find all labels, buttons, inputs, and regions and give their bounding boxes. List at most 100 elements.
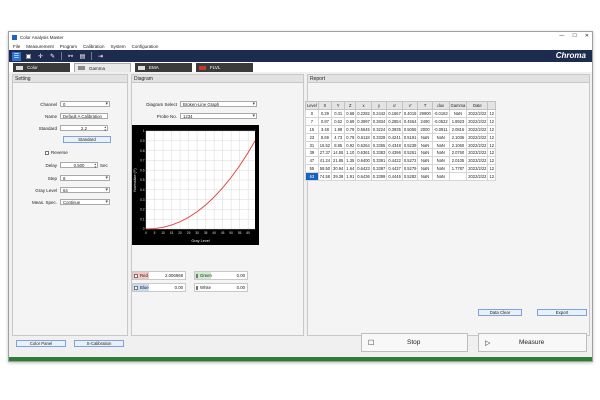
table-cell: 16.52	[317, 140, 333, 150]
tab-label: Gamma	[89, 65, 106, 71]
column-header[interactable]: Gamma	[448, 101, 468, 110]
table-row[interactable]: 23 8.69 4.73 0.79 0.6118 0.3329 0.4241 0.5191 Na…	[305, 132, 496, 142]
green-label[interactable]: Green	[195, 272, 212, 279]
column-header[interactable]: Level	[305, 101, 319, 110]
table-cell: 2490	[417, 116, 433, 126]
column-header[interactable]: Date	[466, 101, 489, 110]
table-cell: 0.2854	[386, 116, 403, 126]
color-panel-button[interactable]: Color Panel	[16, 340, 66, 347]
menu-calibration[interactable]: Calibration	[83, 44, 105, 49]
column-header[interactable]: v'	[401, 101, 419, 110]
close-button[interactable]: ✕	[585, 33, 589, 39]
diagram-header: Diagram	[132, 75, 303, 83]
tab-gamma[interactable]: Gamma	[74, 63, 131, 72]
table-cell: 0.92	[344, 140, 357, 150]
report-header-row: Level X Y Zx y u' v' Tduv Gamma Date	[305, 101, 496, 110]
delay-stepper[interactable]: 0.500 ▴ ▾	[60, 162, 98, 168]
data-clear-button[interactable]: Data Clear	[478, 309, 522, 316]
tab-ema[interactable]: EMA	[135, 63, 192, 72]
table-row[interactable]: 39 27.37 14.55 1.10 0.6361 0.3383 0.4396 0.5261…	[305, 148, 496, 158]
table-cell: 0.4445	[386, 172, 403, 182]
column-header[interactable]: T	[417, 101, 433, 110]
table-cell: 0.5272	[401, 156, 419, 166]
column-header[interactable]: Y	[331, 101, 346, 110]
x-tick-label: 30	[195, 231, 199, 235]
menu-program[interactable]: Program	[60, 44, 77, 49]
table-row[interactable]: 7 0.87 0.62 0.69 0.3997 0.2834 0.2854 0.4554 249…	[305, 116, 496, 126]
column-header[interactable]: duv	[431, 101, 450, 110]
column-header[interactable]: u'	[386, 101, 403, 110]
table-cell: 0.6400	[355, 156, 372, 166]
tab-flvl[interactable]: FLVL	[196, 63, 253, 72]
red-label[interactable]: Red	[133, 272, 149, 279]
table-cell: 27.37	[317, 148, 333, 158]
table-cell: 12	[487, 116, 496, 126]
red-checkbox[interactable]	[134, 273, 138, 278]
probe-row: Probe No. 1234	[132, 113, 257, 119]
channel-select[interactable]: 0	[60, 101, 110, 107]
report-header: Report	[308, 75, 589, 83]
table-cell: 2.1036	[448, 132, 468, 142]
pen-icon[interactable]: ✎	[48, 52, 57, 61]
minimize-button[interactable]: —	[559, 33, 564, 39]
table-cell: 0.5279	[401, 164, 419, 174]
table-cell: 2.0760	[448, 148, 468, 158]
table-row[interactable]: 47 41.24 21.85 1.35 0.6400 0.3391 0.4422 0.5272…	[305, 156, 496, 166]
table-row[interactable]: 15 3.48 1.99 0.79 0.5645 0.3224 0.3935 0.5055 20…	[305, 124, 496, 134]
crosshair-icon[interactable]: ✛	[36, 52, 45, 61]
color-tab-icon	[16, 65, 23, 70]
column-header[interactable]: X	[317, 101, 333, 110]
reverse-checkbox[interactable]	[45, 150, 49, 155]
table-row[interactable]: 55 58.50 30.94 1.64 0.6423 0.3397 0.4437 0.5279…	[305, 164, 496, 174]
menu-measurement[interactable]: Measurement	[26, 44, 54, 49]
save-icon[interactable]: ▣	[24, 52, 33, 61]
table-cell: 2022/2/22	[466, 172, 489, 182]
meas-spec-select[interactable]: Continue	[60, 199, 110, 205]
menu-configuration[interactable]: Configuration	[132, 44, 159, 49]
x-tick-label: 55	[238, 231, 242, 235]
column-header[interactable]: y	[370, 101, 388, 110]
exit-icon[interactable]: ⇥	[96, 52, 105, 61]
green-checkbox[interactable]	[196, 273, 198, 278]
column-header[interactable]	[487, 101, 496, 110]
table-cell: 14.55	[331, 148, 346, 158]
standard-button[interactable]: Standard	[63, 136, 111, 143]
standard-stepper[interactable]: 2.2 ▴ ▾	[60, 125, 108, 131]
table-row[interactable]: 31 16.52 8.85 0.92 0.6264 0.3365 0.4348 0.5239 N…	[305, 140, 496, 150]
table-row[interactable]: 63 74.58 39.39 1.91 0.6436 0.3399 0.4445 0.5282…	[305, 172, 496, 182]
step-select[interactable]: 8	[60, 175, 110, 181]
name-label: Name	[44, 113, 57, 119]
menu-file[interactable]: File	[13, 44, 20, 49]
table-row[interactable]: 0 0.29 0.31 0.68 0.2282 0.2442 0.1667 0.4015 299…	[305, 109, 496, 118]
blue-value: 0.00	[174, 285, 183, 290]
blue-checkbox[interactable]	[134, 285, 138, 290]
column-header[interactable]: x	[355, 101, 372, 110]
menu-system[interactable]: System	[111, 44, 126, 49]
table-cell: 0.2834	[370, 116, 388, 126]
disk-icon[interactable]: ▤	[78, 52, 87, 61]
table-cell: 58.50	[317, 164, 333, 174]
gray-level-select[interactable]: 64	[60, 187, 110, 193]
table-cell: NaN	[431, 132, 450, 142]
measure-button[interactable]: ▷ Measure	[478, 333, 587, 352]
white-checkbox[interactable]	[196, 285, 199, 290]
blue-label[interactable]: Blue	[133, 284, 149, 291]
diagram-select[interactable]: Broken-Line Graph	[180, 101, 257, 107]
s-calibration-button[interactable]: S-Calibration	[74, 340, 124, 347]
table-cell: 1.35	[344, 156, 357, 166]
export-button[interactable]: Export	[537, 309, 587, 316]
connect-icon[interactable]: ⚯	[66, 52, 75, 61]
table-cell: 0.6436	[355, 172, 372, 182]
tab-color[interactable]: Color	[13, 63, 70, 72]
stepper-arrows-icon[interactable]: ▴ ▾	[104, 126, 106, 132]
name-input[interactable]: Default A Calibration	[60, 113, 108, 119]
column-header[interactable]: Z	[344, 101, 357, 110]
maximize-button[interactable]: ☐	[572, 33, 576, 39]
probe-select[interactable]: 1234	[180, 113, 257, 119]
table-cell: 0.1667	[386, 109, 403, 118]
reverse-label: Reverse	[51, 150, 68, 155]
list-icon[interactable]: ☰	[12, 51, 21, 61]
white-label[interactable]: White	[195, 284, 211, 291]
stepper-arrows-icon[interactable]: ▴ ▾	[94, 163, 96, 169]
stop-button[interactable]: ☐ Stop	[361, 333, 468, 352]
